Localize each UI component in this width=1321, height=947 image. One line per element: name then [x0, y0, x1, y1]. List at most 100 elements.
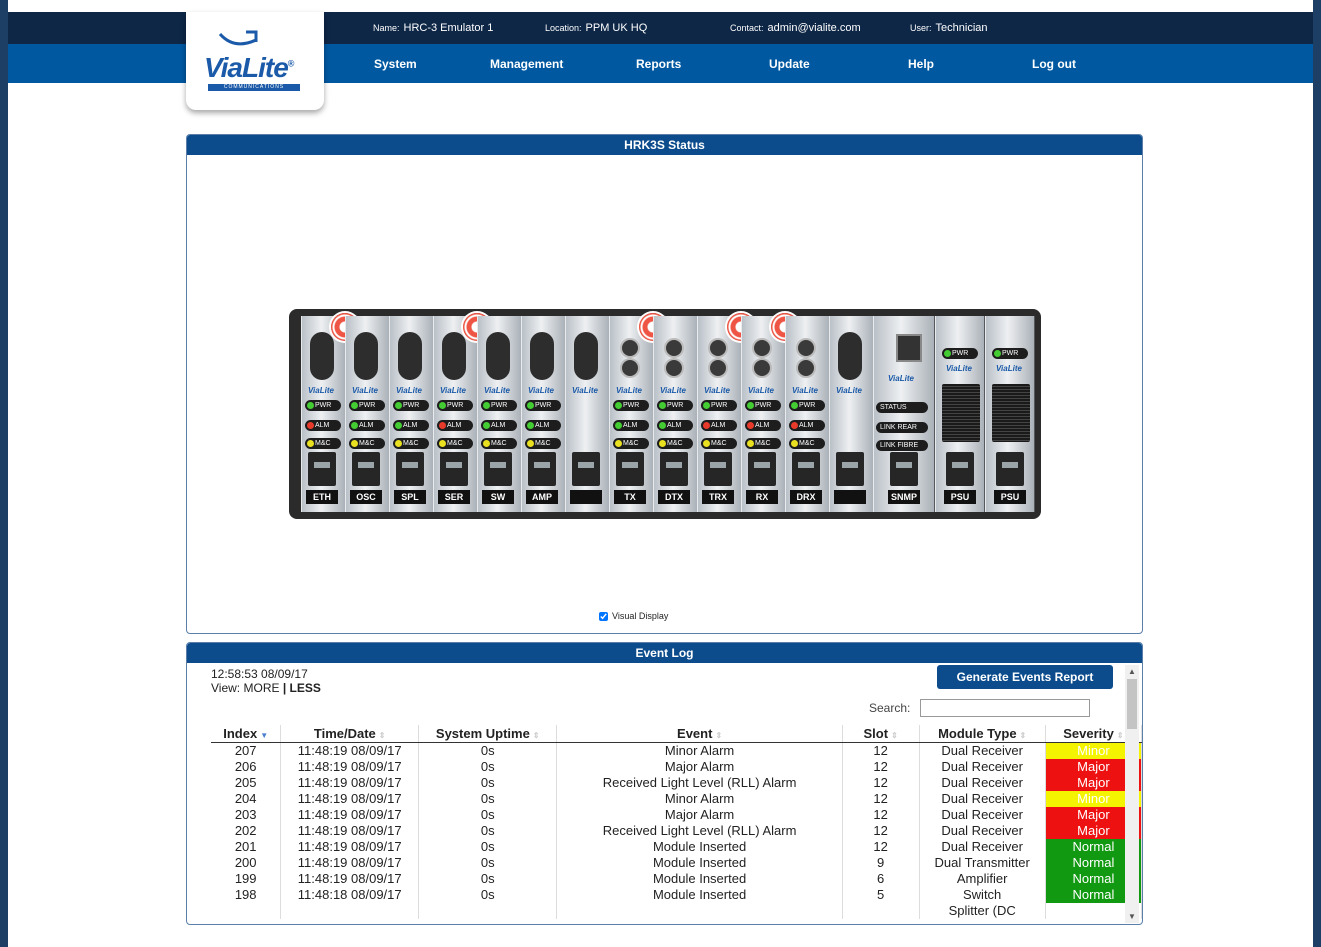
module-connector	[704, 452, 732, 486]
fibre-port-icon	[620, 338, 640, 358]
module-label: TX	[614, 490, 646, 504]
column-header-label: Event	[677, 726, 713, 741]
view-toggle: View: MORE | LESS	[211, 681, 321, 695]
column-header-label: Slot	[863, 726, 889, 741]
module-connector	[528, 452, 556, 486]
menu-help[interactable]: Help	[908, 57, 934, 71]
column-header-label: Time/Date	[313, 726, 376, 741]
alm-led: ALM	[481, 420, 517, 431]
mc-led: M&C	[789, 438, 825, 449]
module-label: TRX	[702, 490, 734, 504]
rack-module-slot-3[interactable]: ViaLite PWR ALM M&C SPL	[389, 316, 434, 512]
menu-system[interactable]: System	[374, 57, 417, 71]
visual-display-checkbox[interactable]	[599, 612, 608, 622]
view-more-link[interactable]: MORE	[243, 681, 279, 695]
fibre-port-icon	[708, 358, 728, 378]
table-cell: 11:48:19 08/09/17	[280, 807, 420, 823]
rack-module-slot-4[interactable]: ViaLite PWR ALM M&C SER	[433, 316, 478, 512]
column-header-label: Index	[223, 726, 258, 741]
scroll-thumb[interactable]	[1127, 679, 1137, 729]
pwr-led: PWR	[393, 400, 429, 411]
alm-led: ALM	[393, 420, 429, 431]
table-row[interactable]: 198 11:48:18 08/09/17 0s Module Inserted 5 Sw…	[211, 887, 1142, 903]
table-cell: 11:48:18 08/09/17	[280, 887, 420, 903]
menu-logout[interactable]: Log out	[1032, 57, 1076, 71]
psu-module-1[interactable]: PWR ViaLite PSU	[935, 316, 985, 512]
column-header-label: System Uptime	[435, 726, 530, 741]
rack-module-slot-1[interactable]: ViaLite PWR ALM M&C ETH	[301, 316, 346, 512]
sort-icon[interactable]: ⇕	[379, 731, 386, 740]
rack-module-slot-9[interactable]: ViaLite PWR ALM M&C DTX	[653, 316, 698, 512]
rack-module-slot-10[interactable]: ViaLite PWR ALM M&C TRX	[697, 316, 742, 512]
column-header[interactable]: Index ▼	[211, 725, 282, 743]
table-cell: Switch	[919, 887, 1046, 903]
table-cell: 12	[842, 839, 920, 855]
window-frame-right	[1313, 0, 1321, 947]
rack-module-slot-5[interactable]: ViaLite PWR ALM M&C SW	[477, 316, 522, 512]
alm-led: ALM	[437, 420, 473, 431]
search-input[interactable]	[920, 699, 1090, 717]
module-label: RX	[746, 490, 778, 504]
table-cell: 199	[211, 871, 282, 887]
table-row[interactable]: 202 11:48:19 08/09/17 0s Received Light Lev…	[211, 823, 1142, 839]
table-row[interactable]: 204 11:48:19 08/09/17 0s Minor Alarm 12 Dual …	[211, 791, 1142, 807]
table-row[interactable]: 203 11:48:19 08/09/17 0s Major Alarm 12 Dual …	[211, 807, 1142, 823]
rack-module-slot-11[interactable]: ViaLite PWR ALM M&C RX	[741, 316, 786, 512]
module-label: PSU	[944, 490, 976, 504]
snmp-module[interactable]: ViaLite STATUS LINK REAR LINK FIBRE SNMP	[873, 316, 935, 512]
rack-module-slot-7[interactable]: ViaLite	[565, 316, 610, 512]
psu-module-2[interactable]: PWR ViaLite PSU	[985, 316, 1035, 512]
scroll-up-icon[interactable]: ▲	[1128, 667, 1136, 676]
rack-module-slot-6[interactable]: ViaLite PWR ALM M&C AMP	[521, 316, 566, 512]
table-row[interactable]: 206 11:48:19 08/09/17 0s Major Alarm 12 Dual …	[211, 759, 1142, 775]
event-log-scrollbar[interactable]: ▲ ▼	[1125, 665, 1139, 923]
menu-reports[interactable]: Reports	[636, 57, 681, 71]
table-row[interactable]: 200 11:48:19 08/09/17 0s Module Inserted 9 Du…	[211, 855, 1142, 871]
table-cell: 0s	[418, 742, 558, 759]
window-frame-left	[0, 0, 8, 947]
event-log-title: Event Log	[187, 643, 1142, 663]
rack-module-slot-8[interactable]: ViaLite PWR ALM M&C TX	[609, 316, 654, 512]
table-cell: Module Inserted	[556, 855, 843, 871]
table-row[interactable]: 207 11:48:19 08/09/17 0s Minor Alarm 12 Dual …	[211, 742, 1142, 759]
table-row[interactable]: 205 11:48:19 08/09/17 0s Received Light Lev…	[211, 775, 1142, 791]
fibre-port-icon	[664, 358, 684, 378]
sort-icon[interactable]: ⇕	[1117, 731, 1124, 740]
table-cell: 11:48:19 08/09/17	[280, 791, 420, 807]
table-row[interactable]: Splitter (DC	[211, 903, 1142, 919]
module-label: SNMP	[888, 490, 920, 504]
table-row[interactable]: 199 11:48:19 08/09/17 0s Module Inserted 6 Am…	[211, 871, 1142, 887]
scroll-down-icon[interactable]: ▼	[1128, 912, 1136, 921]
rack-module-slot-13[interactable]: ViaLite	[829, 316, 874, 512]
module-label: DRX	[790, 490, 822, 504]
sort-icon[interactable]: ⇕	[533, 731, 540, 740]
alm-led: ALM	[525, 420, 561, 431]
alm-led: ALM	[789, 420, 825, 431]
column-header[interactable]: Event ⇕	[556, 725, 843, 743]
psu-vent-grill	[942, 384, 980, 442]
pwr-led: PWR	[481, 400, 517, 411]
table-cell: Dual Transmitter	[919, 855, 1046, 871]
view-less-link[interactable]: LESS	[290, 681, 321, 695]
visual-display-toggle[interactable]: Visual Display	[599, 611, 668, 622]
column-header[interactable]: Time/Date ⇕	[280, 725, 420, 743]
table-row[interactable]: 201 11:48:19 08/09/17 0s Module Inserted 12 D…	[211, 839, 1142, 855]
table-cell: Minor Alarm	[556, 791, 843, 807]
column-header[interactable]: Module Type ⇕	[919, 725, 1046, 743]
sort-icon[interactable]: ⇕	[891, 731, 898, 740]
generate-events-report-button[interactable]: Generate Events Report	[937, 665, 1113, 689]
table-cell	[280, 903, 420, 919]
fibre-port-icon	[796, 358, 816, 378]
rack-module-slot-2[interactable]: ViaLite PWR ALM M&C OSC	[345, 316, 390, 512]
module-connector	[660, 452, 688, 486]
column-header[interactable]: Slot ⇕	[842, 725, 920, 743]
sort-desc-icon[interactable]: ▼	[260, 731, 268, 740]
table-cell: Dual Receiver	[919, 823, 1046, 839]
sort-icon[interactable]: ⇕	[715, 731, 722, 740]
rack-module-slot-12[interactable]: ViaLite PWR ALM M&C DRX	[785, 316, 830, 512]
menu-management[interactable]: Management	[490, 57, 563, 71]
vialite-logo[interactable]: ViaLite® COMMUNICATIONS	[186, 12, 324, 110]
column-header[interactable]: System Uptime ⇕	[418, 725, 558, 743]
sort-icon[interactable]: ⇕	[1020, 731, 1027, 740]
menu-update[interactable]: Update	[769, 57, 810, 71]
